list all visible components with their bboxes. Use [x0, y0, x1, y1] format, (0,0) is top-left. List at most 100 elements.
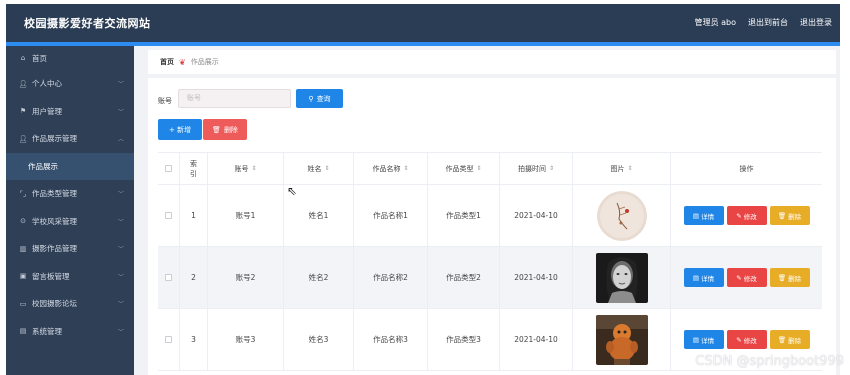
breadcrumb-current: 作品展示 — [190, 58, 219, 66]
chevron-up-icon: ︿ — [117, 136, 124, 143]
sidebar-item-school-style[interactable]: ⊙ 学校风采管理 ﹀ — [6, 208, 134, 236]
edit-button-label: 修改 — [743, 212, 757, 221]
chart-icon: ▤ — [19, 327, 27, 336]
sidebar-item-forum[interactable]: ▭ 校园摄影论坛 ﹀ — [6, 290, 134, 318]
user-icon: 👤︎ — [18, 134, 28, 143]
breadcrumb-home[interactable]: 首页 — [160, 57, 174, 67]
table-header: 索引 账号 ⇕ 姓名 ⇕ 作品名称 ⇕ 作品类型 ⇕ 拍摄时间 ⇕ 图片 ⇕ 操作 — [158, 152, 822, 185]
delete-button[interactable]: 🗑︎ 删除 — [203, 119, 247, 140]
header-select-all[interactable] — [158, 153, 180, 184]
sidebar-item-label: 个人中心 — [32, 79, 62, 89]
row-select[interactable] — [158, 247, 180, 308]
message-icon: ▣ — [19, 272, 27, 281]
search-input[interactable]: 账号 — [178, 89, 291, 108]
mouse-cursor-icon: ⇖ — [287, 184, 298, 198]
trash-icon: 🗑︎ — [777, 211, 787, 220]
detail-button[interactable]: ▤ 详情 — [683, 206, 724, 225]
add-button[interactable]: + 新增 — [158, 119, 202, 140]
edit-button[interactable]: ✎ 修改 — [726, 330, 767, 349]
delete-button-label: 删除 — [223, 125, 238, 134]
header-account-label: 账号 — [234, 164, 249, 173]
remove-button[interactable]: 🗑︎ 删除 — [769, 206, 810, 225]
detail-button[interactable]: ▤ 详情 — [683, 330, 724, 349]
header-account[interactable]: 账号 ⇕ — [208, 153, 284, 184]
detail-button-label: 详情 — [701, 274, 715, 283]
sort-icon: ⇕ — [476, 165, 482, 172]
user-icon: 👤︎ — [18, 79, 28, 88]
cell-work-name: 作品名称3 — [354, 309, 428, 370]
document-icon: ▤ — [692, 273, 700, 282]
checkbox[interactable] — [165, 165, 172, 172]
home-icon: ⌂ — [20, 54, 26, 62]
row-actions: ▤ 详情 ✎ 修改 🗑︎ 删除 — [683, 330, 810, 349]
sidebar-item-user-management[interactable]: ⚑ 用户管理 ﹀ — [6, 98, 134, 126]
chevron-down-icon: ﹀ — [117, 328, 124, 336]
remove-button-label: 删除 — [788, 212, 802, 221]
sidebar-item-personal-center[interactable]: 👤︎ 个人中心 ﹀ — [6, 70, 134, 98]
detail-button[interactable]: ▤ 详情 — [683, 268, 724, 287]
sidebar: ⌂ 首页 👤︎ 个人中心 ﹀ ⚑ 用户管理 ﹀ 👤︎ 作品展示管理 ︿ 作品展示… — [6, 46, 134, 375]
sidebar-item-message-board[interactable]: ▣ 留言板管理 ﹀ — [6, 263, 134, 291]
add-button-label: + 新增 — [168, 125, 192, 134]
sort-icon: ⇕ — [324, 165, 330, 172]
sidebar-item-home[interactable]: ⌂ 首页 — [6, 46, 134, 70]
checkbox[interactable] — [165, 274, 172, 281]
header-work-type-label: 作品类型 — [445, 164, 474, 173]
sidebar-item-label: 作品展示管理 — [32, 134, 77, 144]
cell-account: 账号2 — [208, 247, 284, 308]
header-shot-time-label: 拍摄时间 — [517, 164, 546, 173]
header-shot-time[interactable]: 拍摄时间 ⇕ — [500, 153, 573, 184]
sidebar-item-works-management[interactable]: 👤︎ 作品展示管理 ︿ — [6, 125, 134, 153]
checkbox[interactable] — [165, 212, 172, 219]
cell-shot-time: 2021-04-10 — [500, 247, 573, 308]
sidebar-item-label: 作品展示 — [28, 161, 58, 171]
remove-button-label: 删除 — [788, 336, 802, 345]
cell-name: 姓名2 — [284, 247, 354, 308]
trash-icon: 🗑︎ — [777, 335, 787, 344]
header-index: 索引 — [180, 153, 208, 184]
site-title: 校园摄影爱好者交流网站 — [24, 17, 151, 30]
sidebar-item-work-type-management[interactable]: ⌜⌟ 作品类型管理 ﹀ — [6, 180, 134, 208]
detail-button-label: 详情 — [701, 212, 715, 221]
back-to-front-link[interactable]: 退出到前台 — [748, 17, 788, 28]
header-name[interactable]: 姓名 ⇕ — [284, 153, 354, 184]
cell-image — [573, 309, 671, 370]
remove-button[interactable]: 🗑︎ 删除 — [769, 268, 810, 287]
sidebar-item-label: 留言板管理 — [32, 271, 70, 281]
header-index-label: 索引 — [190, 159, 197, 178]
edit-button[interactable]: ✎ 修改 — [726, 206, 767, 225]
remove-button[interactable]: 🗑︎ 删除 — [769, 330, 810, 349]
cell-work-type: 作品类型2 — [428, 247, 500, 308]
row-select[interactable] — [158, 185, 180, 246]
sidebar-item-works-display[interactable]: 作品展示 — [6, 152, 134, 180]
sort-icon: ⇕ — [403, 165, 409, 172]
detail-button-label: 详情 — [701, 336, 715, 345]
header-image-label: 图片 — [610, 164, 625, 173]
sketch-photo[interactable] — [596, 190, 647, 241]
document-icon: ▤ — [692, 335, 700, 344]
edit-button[interactable]: ✎ 修改 — [726, 268, 767, 287]
remove-button-label: 删除 — [788, 274, 802, 283]
header-work-name[interactable]: 作品名称 ⇕ — [354, 153, 428, 184]
monitor-icon: ▭ — [19, 299, 27, 308]
portrait-photo[interactable] — [595, 252, 648, 303]
search-button[interactable]: ⚲ 查询 — [296, 89, 343, 108]
table-row: 1 账号1 姓名1 作品名称1 作品类型1 2021-04-10 ▤ 详情 ✎ … — [158, 185, 822, 247]
sidebar-item-label: 首页 — [32, 53, 47, 63]
cell-name: 姓名3 — [284, 309, 354, 370]
row-actions: ▤ 详情 ✎ 修改 🗑︎ 删除 — [683, 206, 810, 225]
cell-image — [573, 185, 671, 246]
sort-icon: ⇕ — [251, 165, 257, 172]
header-work-type[interactable]: 作品类型 ⇕ — [428, 153, 500, 184]
cell-index: 3 — [180, 309, 208, 370]
checkbox[interactable] — [165, 336, 172, 343]
chevron-down-icon: ﹀ — [117, 191, 124, 198]
flag-icon: ⚑ — [19, 107, 27, 116]
row-select[interactable] — [158, 309, 180, 370]
toy-photo[interactable] — [595, 314, 648, 365]
logout-link[interactable]: 退出登录 — [800, 17, 832, 28]
sidebar-item-system[interactable]: ▤ 系统管理 ﹀ — [6, 318, 134, 346]
pencil-icon: ✎ — [736, 273, 742, 282]
header-image[interactable]: 图片 ⇕ — [573, 153, 671, 184]
sidebar-item-photo-works[interactable]: ▥ 摄影作品管理 ﹀ — [6, 235, 134, 263]
